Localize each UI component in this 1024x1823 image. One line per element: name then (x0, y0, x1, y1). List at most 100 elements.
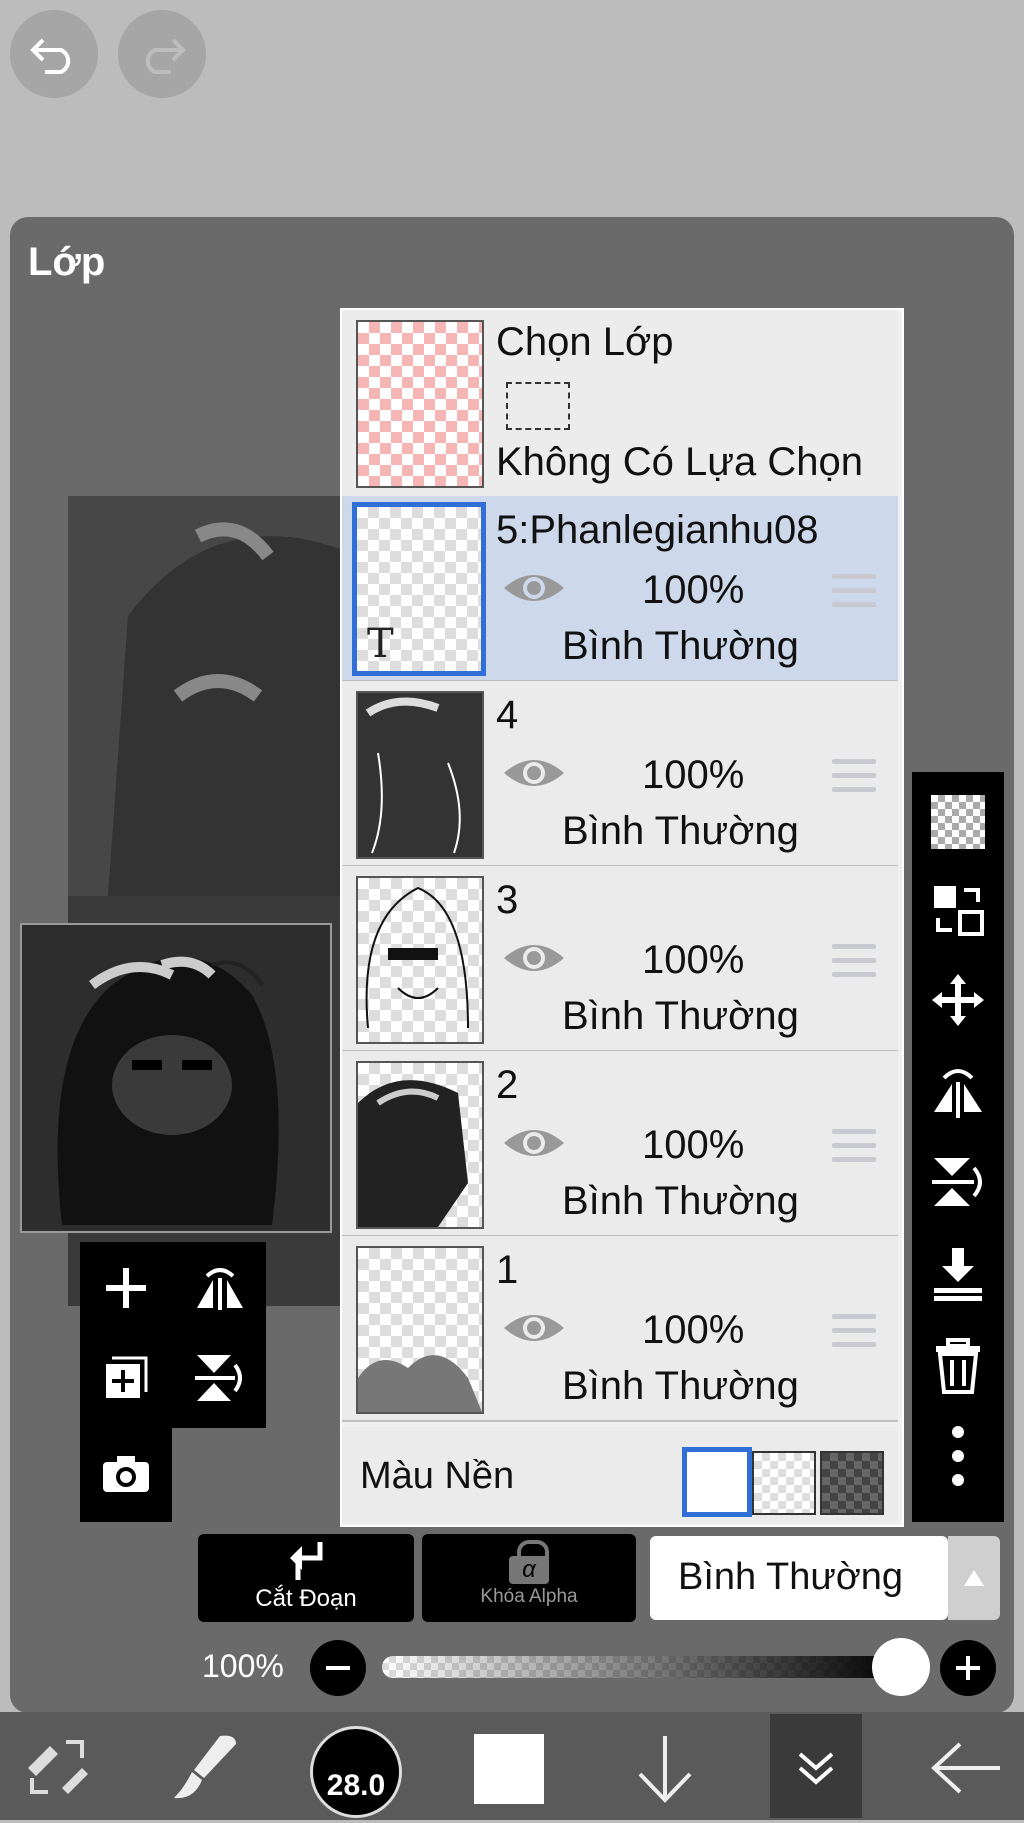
layer-opacity: 100% (642, 568, 745, 612)
visibility-eye-icon[interactable] (502, 753, 566, 793)
layer-blend-mode: Bình Thường (562, 624, 799, 668)
undo-button[interactable] (10, 10, 98, 98)
selection-layer-row[interactable]: Chọn Lớp Không Có Lựa Chọn (342, 310, 898, 498)
canvas-artwork-top (68, 496, 358, 896)
layer-thumbnail (356, 876, 484, 1044)
move-down-button[interactable] (630, 1732, 700, 1806)
bg-dark-swatch[interactable] (820, 1451, 884, 1515)
canvas-preview[interactable] (20, 923, 332, 1233)
layers-button[interactable] (770, 1714, 862, 1818)
move-icon[interactable] (930, 972, 986, 1028)
redo-icon (145, 38, 186, 74)
layer-art-icon (365, 697, 461, 854)
layer-thumbnail (356, 1246, 484, 1414)
layer-row[interactable]: 2 100% Bình Thường (342, 1051, 898, 1237)
flip-layer-vertical-icon[interactable] (190, 1348, 250, 1408)
swap-layers-icon[interactable] (930, 882, 986, 938)
flip-layer-horizontal-icon[interactable] (190, 1258, 250, 1318)
clipping-button[interactable]: Cắt Đoạn (198, 1534, 414, 1622)
transform-tools-button[interactable] (22, 1732, 92, 1802)
arrow-left-icon (931, 1742, 1000, 1794)
blend-mode-dropdown[interactable] (948, 1536, 1000, 1620)
brush-size-button[interactable]: 28.0 (310, 1726, 402, 1818)
layer-blend-mode: Bình Thường (562, 809, 799, 853)
selection-layer-title: Chọn Lớp (496, 320, 674, 364)
camera-icon[interactable] (96, 1444, 156, 1504)
layer-art-icon (358, 1080, 468, 1227)
preview-artwork-icon (22, 925, 330, 1231)
layer-row[interactable]: T 5:Phanlegianhu08 100% Bình Thường (342, 496, 898, 682)
plus-icon (956, 1656, 980, 1680)
layer-opacity: 100% (642, 1308, 745, 1352)
drag-handle-icon[interactable] (832, 1314, 876, 1350)
layer-name: 2 (496, 1063, 519, 1107)
opacity-slider-knob[interactable] (872, 1638, 930, 1696)
layer-row[interactable]: 1 100% Bình Thường (342, 1236, 898, 1422)
bottom-toolbar: 28.0 (0, 1712, 1024, 1820)
layer-opacity: 100% (642, 1123, 745, 1167)
background-color-row: Màu Nền (342, 1427, 898, 1523)
duplicate-layer-icon[interactable] (96, 1348, 156, 1408)
layer-blend-mode: Bình Thường (562, 1179, 799, 1223)
alpha-lock-label: Khóa Alpha (480, 1586, 578, 1607)
layer-art-icon (365, 886, 469, 1029)
selection-layer-thumbnail (356, 320, 484, 488)
opacity-decrease-button[interactable] (310, 1640, 366, 1696)
drag-handle-icon[interactable] (832, 759, 876, 795)
lock-icon: α (509, 1540, 549, 1584)
drag-handle-icon[interactable] (832, 944, 876, 980)
layer-opacity: 100% (642, 938, 745, 982)
layer-art-icon (358, 1355, 482, 1412)
redo-button[interactable] (118, 10, 206, 98)
flip-vertical-icon[interactable] (930, 1154, 986, 1210)
triangle-up-icon (964, 1570, 984, 1586)
opacity-slider[interactable] (382, 1656, 902, 1678)
visibility-eye-icon[interactable] (502, 568, 566, 608)
visibility-eye-icon[interactable] (502, 1308, 566, 1348)
transparency-icon[interactable] (930, 794, 986, 850)
opacity-increase-button[interactable] (940, 1640, 996, 1696)
bg-transparent-swatch[interactable] (752, 1451, 816, 1515)
brush-eraser-swap-icon (28, 1740, 88, 1794)
layer-row[interactable]: 3 100% Bình Thường (342, 866, 898, 1052)
layer-thumbnail (356, 1061, 484, 1229)
opacity-value: 100% (202, 1648, 284, 1684)
clipping-label: Cắt Đoạn (255, 1585, 357, 1612)
blend-mode-value: Bình Thường (678, 1556, 904, 1598)
bg-white-swatch[interactable] (682, 1447, 752, 1517)
layer-thumbnail: T (352, 502, 486, 676)
back-button[interactable] (930, 1740, 1004, 1796)
panel-title: Lớp (28, 240, 106, 284)
layer-opacity: 100% (642, 753, 745, 797)
arrow-down-icon (638, 1736, 692, 1803)
minus-icon (326, 1666, 350, 1670)
layer-name: 4 (496, 693, 519, 737)
layer-name: 3 (496, 878, 519, 922)
color-swatch-button[interactable] (474, 1734, 544, 1804)
layer-name: 1 (496, 1248, 519, 1292)
layer-blend-mode: Bình Thường (562, 1364, 799, 1408)
undo-icon (30, 38, 71, 74)
brush-size-value: 28.0 (326, 1769, 386, 1802)
layer-name: 5:Phanlegianhu08 (496, 508, 819, 552)
selection-status: Không Có Lựa Chọn (496, 440, 864, 484)
drag-handle-icon[interactable] (832, 574, 876, 610)
blend-mode-select[interactable]: Bình Thường (650, 1536, 948, 1620)
background-label: Màu Nền (360, 1455, 515, 1497)
flip-horizontal-icon[interactable] (930, 1064, 986, 1120)
alpha-lock-button[interactable]: α Khóa Alpha (422, 1534, 636, 1622)
delete-layer-icon[interactable] (930, 1338, 986, 1394)
drag-handle-icon[interactable] (832, 1129, 876, 1165)
selection-marquee-icon (506, 382, 570, 430)
visibility-eye-icon[interactable] (502, 938, 566, 978)
text-layer-icon: T (367, 621, 394, 667)
brush-tool-button[interactable] (170, 1730, 244, 1804)
merge-down-icon[interactable] (930, 1246, 986, 1302)
layer-list: Chọn Lớp Không Có Lựa Chọn T 5:Phanlegia… (340, 308, 904, 1527)
add-layer-icon[interactable] (96, 1258, 156, 1318)
clipping-arrow-icon (290, 1542, 323, 1580)
visibility-eye-icon[interactable] (502, 1123, 566, 1163)
layer-row[interactable]: 4 100% Bình Thường (342, 681, 898, 867)
more-options-icon[interactable] (930, 1426, 986, 1486)
brush-icon (174, 1735, 236, 1799)
